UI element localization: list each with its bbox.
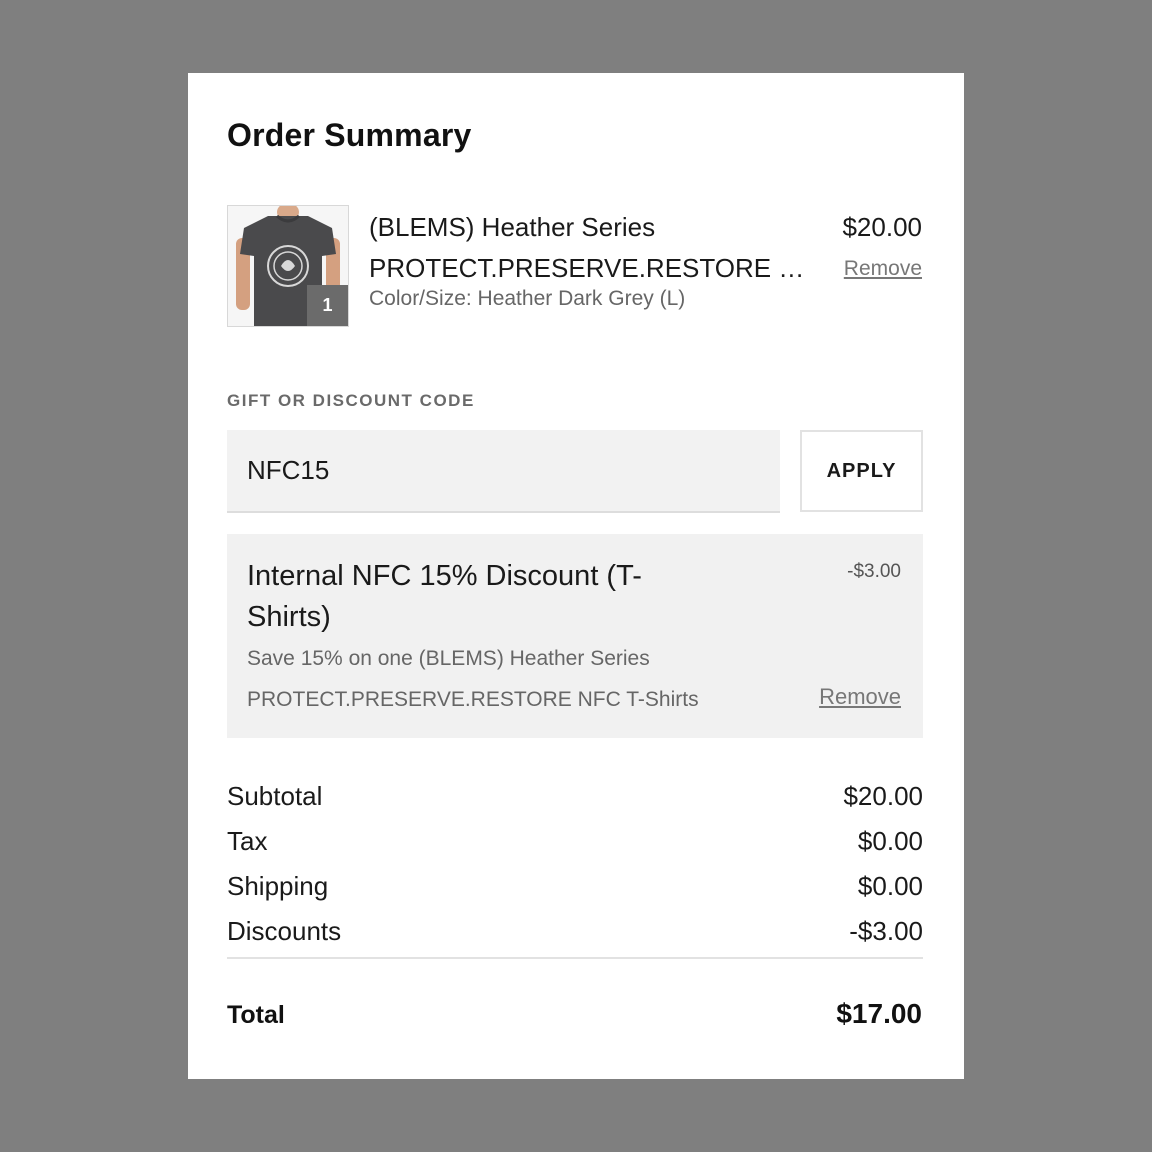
product-price: $20.00 — [842, 212, 922, 242]
product-name: (BLEMS) Heather Series PROTECT.PRESERVE.… — [369, 207, 814, 289]
order-summary-panel: Order Summary 1 (BLEMS) Heather Series P… — [188, 73, 964, 1079]
discount-name: Internal NFC 15% Discount (T-Shirts) — [247, 560, 642, 633]
applied-discount: Internal NFC 15% Discount (T-Shirts) -$3… — [227, 534, 923, 738]
remove-item-link[interactable]: Remove — [844, 257, 922, 281]
totals-list: Subtotal $20.00 Tax $0.00 Shipping $0.00… — [227, 777, 923, 957]
discounts-row: Discounts -$3.00 — [227, 912, 923, 957]
tax-label: Tax — [227, 826, 268, 856]
product-thumbnail: 1 — [227, 205, 349, 327]
quantity-badge: 1 — [307, 285, 348, 326]
remove-discount-link[interactable]: Remove — [819, 684, 901, 710]
discount-description-line2: PROTECT.PRESERVE.RESTORE NFC T-Shirts — [247, 688, 699, 711]
subtotal-row: Subtotal $20.00 — [227, 777, 923, 822]
product-name-line1: (BLEMS) Heather Series — [369, 212, 656, 242]
tax-row: Tax $0.00 — [227, 822, 923, 867]
shipping-value: $0.00 — [857, 871, 923, 901]
discount-amount: -$3.00 — [847, 561, 901, 582]
shipping-label: Shipping — [227, 871, 329, 901]
shipping-row: Shipping $0.00 — [227, 867, 923, 912]
order-summary-title: Order Summary — [227, 117, 472, 153]
subtotal-value: $20.00 — [843, 781, 923, 811]
discounts-label: Discounts — [227, 916, 342, 946]
discount-description: Save 15% on one (BLEMS) Heather Series P… — [247, 638, 717, 720]
product-name-line2: PROTECT.PRESERVE.RESTORE NFC T-Shirts — [369, 253, 814, 283]
discount-description-line1: Save 15% on one (BLEMS) Heather Series — [247, 647, 650, 670]
totals-divider — [227, 957, 923, 959]
total-label: Total — [227, 1001, 285, 1029]
discounts-value: -$3.00 — [849, 916, 923, 946]
discount-code-input[interactable] — [227, 430, 780, 513]
apply-button[interactable]: APPLY — [800, 430, 923, 512]
discount-code-label: GIFT OR DISCOUNT CODE — [227, 391, 475, 410]
subtotal-label: Subtotal — [227, 781, 323, 811]
product-variant: Color/Size: Heather Dark Grey (L) — [369, 287, 686, 310]
tax-value: $0.00 — [857, 826, 923, 856]
total-value: $17.00 — [836, 998, 922, 1029]
